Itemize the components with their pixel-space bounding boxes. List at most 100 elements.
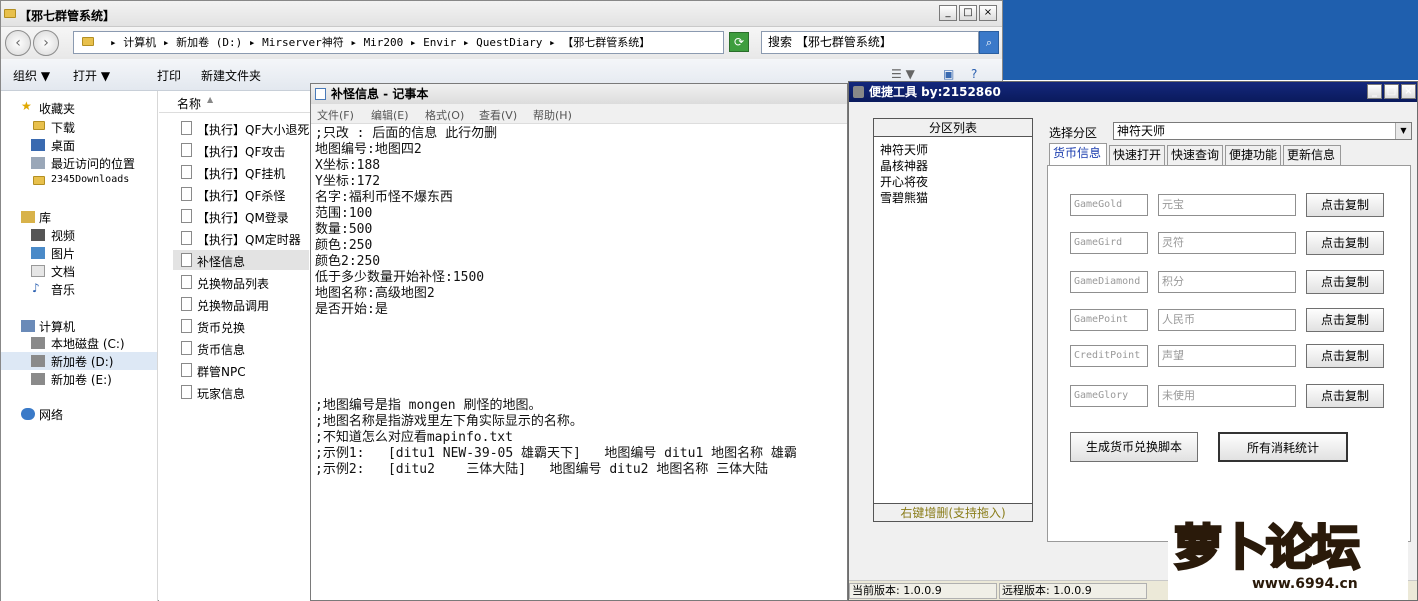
close-button[interactable]: ×: [979, 5, 997, 21]
view-options-icon[interactable]: ☰ ▼: [891, 67, 915, 81]
nav-documents[interactable]: 文档: [51, 263, 75, 280]
tab-item[interactable]: 货币信息: [1049, 143, 1107, 165]
copy-button[interactable]: 点击复制: [1306, 193, 1384, 217]
zone-select[interactable]: 神符天师 ▼: [1113, 122, 1412, 140]
search-icon[interactable]: ⌕: [979, 31, 999, 54]
chevron-down-icon[interactable]: ▼: [1395, 123, 1411, 139]
notepad-icon: [315, 88, 326, 100]
file-item[interactable]: 【执行】QM登录: [197, 209, 289, 226]
consumption-stats-button[interactable]: 所有消耗统计: [1218, 432, 1348, 462]
currency-value-field[interactable]: 积分: [1158, 271, 1296, 293]
nav-drive-d[interactable]: 新加卷 (D:): [51, 353, 113, 370]
file-item[interactable]: 【执行】QF挂机: [197, 165, 285, 182]
copy-button[interactable]: 点击复制: [1306, 270, 1384, 294]
file-item[interactable]: 群管NPC: [197, 363, 246, 380]
zone-list-item[interactable]: 神符天师: [880, 141, 928, 158]
document-icon: [181, 363, 192, 377]
nav-computer[interactable]: 计算机: [39, 318, 75, 335]
search-input[interactable]: 搜索 【邪七群管系统】: [761, 31, 979, 54]
tool-close-button[interactable]: ×: [1401, 84, 1416, 99]
notepad-menu-item[interactable]: 格式(O): [425, 107, 464, 123]
new-folder-button[interactable]: 新建文件夹: [201, 67, 261, 84]
minimize-button[interactable]: _: [939, 5, 957, 21]
organize-button[interactable]: 组织 ▼: [13, 67, 50, 84]
forward-button[interactable]: ›: [33, 30, 59, 56]
currency-key-field[interactable]: CreditPoint: [1070, 345, 1148, 367]
tab-item[interactable]: 快速查询: [1167, 145, 1223, 165]
currency-key-field[interactable]: GameGold: [1070, 194, 1148, 216]
music-icon: ♪: [32, 281, 40, 295]
file-item[interactable]: 补怪信息: [197, 253, 245, 270]
currency-value-field[interactable]: 人民币: [1158, 309, 1296, 331]
print-button[interactable]: 打印: [157, 67, 181, 84]
notepad-text-area[interactable]: ;只改 : 后面的信息 此行勿删 地图编号:地图四2 X坐标:188 Y坐标:1…: [315, 126, 845, 596]
maximize-button[interactable]: □: [959, 5, 977, 21]
file-item[interactable]: 兑换物品调用: [197, 297, 269, 314]
file-item[interactable]: 【执行】QM定时器: [197, 231, 301, 248]
tool-titlebar: 便捷工具 by:2152860 _ □ ×: [849, 82, 1417, 102]
logo-text: 萝卜论坛: [1172, 519, 1361, 578]
nav-videos[interactable]: 视频: [51, 227, 75, 244]
nav-2345downloads[interactable]: 2345Downloads: [51, 174, 129, 185]
file-item[interactable]: 玩家信息: [197, 385, 245, 402]
watermark-logo: 萝卜论坛 www.6994.cn: [1168, 500, 1408, 600]
tab-item[interactable]: 便捷功能: [1225, 145, 1281, 165]
nav-drive-e[interactable]: 新加卷 (E:): [51, 371, 112, 388]
nav-downloads[interactable]: 下载: [51, 119, 75, 136]
navigation-pane: ★ 收藏夹 下载 桌面 最近访问的位置 2345Downloads 库 视频 图…: [1, 91, 158, 601]
nav-libraries[interactable]: 库: [39, 209, 51, 226]
generate-script-button[interactable]: 生成货币兑换脚本: [1070, 432, 1198, 462]
help-icon[interactable]: ?: [971, 67, 977, 81]
currency-key-field[interactable]: GameDiamond: [1070, 271, 1148, 293]
folder-icon: [82, 37, 94, 46]
file-item[interactable]: 货币信息: [197, 341, 245, 358]
tab-item[interactable]: 快速打开: [1109, 145, 1165, 165]
document-icon: [181, 165, 192, 179]
tool-minimize-button[interactable]: _: [1367, 84, 1382, 99]
column-header[interactable]: 名称 ▲: [159, 91, 311, 113]
open-button[interactable]: 打开 ▼: [73, 67, 110, 84]
notepad-menu-item[interactable]: 帮助(H): [533, 107, 572, 123]
desktop-icon: [31, 139, 45, 151]
nav-drive-c[interactable]: 本地磁盘 (C:): [51, 335, 125, 352]
tool-maximize-button[interactable]: □: [1384, 84, 1399, 99]
copy-button[interactable]: 点击复制: [1306, 231, 1384, 255]
app-icon: [853, 86, 864, 98]
logo-url: www.6994.cn: [1252, 576, 1358, 592]
preview-pane-icon[interactable]: ▣: [943, 67, 954, 81]
currency-value-field[interactable]: 元宝: [1158, 194, 1296, 216]
zone-list-item[interactable]: 开心将夜: [880, 173, 928, 190]
currency-key-field[interactable]: GamePoint: [1070, 309, 1148, 331]
notepad-menu-item[interactable]: 编辑(E): [371, 107, 409, 123]
currency-value-field[interactable]: 声望: [1158, 345, 1296, 367]
file-item[interactable]: 【执行】QF大小退死1: [197, 121, 317, 138]
nav-network[interactable]: 网络: [39, 406, 63, 423]
drive-c-icon: [31, 337, 45, 349]
copy-button[interactable]: 点击复制: [1306, 344, 1384, 368]
back-button[interactable]: ‹: [5, 30, 31, 56]
currency-value-field[interactable]: 灵符: [1158, 232, 1296, 254]
notepad-menu-item[interactable]: 文件(F): [317, 107, 354, 123]
currency-key-field[interactable]: GameGird: [1070, 232, 1148, 254]
nav-desktop[interactable]: 桌面: [51, 137, 75, 154]
file-item[interactable]: 【执行】QF攻击: [197, 143, 285, 160]
document-icon: [181, 385, 192, 399]
copy-button[interactable]: 点击复制: [1306, 384, 1384, 408]
nav-pictures[interactable]: 图片: [51, 245, 75, 262]
tab-item[interactable]: 更新信息: [1283, 145, 1341, 165]
file-item[interactable]: 【执行】QF杀怪: [197, 187, 285, 204]
nav-recent[interactable]: 最近访问的位置: [51, 155, 135, 172]
file-item[interactable]: 货币兑换: [197, 319, 245, 336]
address-bar[interactable]: ▸ 计算机 ▸ 新加卷 (D:) ▸ Mirserver神符 ▸ Mir200 …: [73, 31, 724, 54]
file-item[interactable]: 兑换物品列表: [197, 275, 269, 292]
nav-favorites[interactable]: 收藏夹: [39, 100, 75, 117]
currency-value-field[interactable]: 未使用: [1158, 385, 1296, 407]
notepad-menu-item[interactable]: 查看(V): [479, 107, 517, 123]
downloads-icon: [33, 121, 45, 130]
refresh-button[interactable]: ⟳: [729, 32, 749, 52]
zone-list-item[interactable]: 晶核神器: [880, 157, 928, 174]
zone-list-item[interactable]: 雪碧熊猫: [880, 189, 928, 206]
copy-button[interactable]: 点击复制: [1306, 308, 1384, 332]
currency-key-field[interactable]: GameGlory: [1070, 385, 1148, 407]
nav-music[interactable]: 音乐: [51, 281, 75, 298]
